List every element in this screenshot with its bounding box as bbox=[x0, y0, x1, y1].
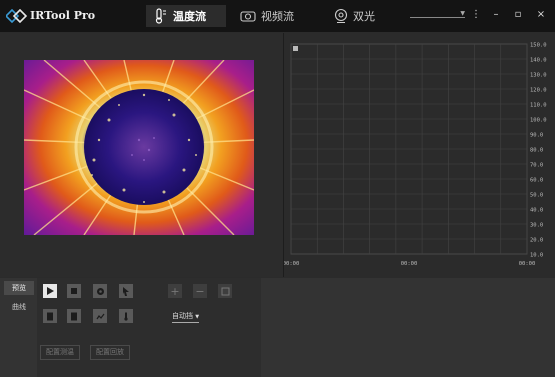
legend-marker bbox=[293, 46, 298, 51]
minus-icon: − bbox=[195, 284, 205, 298]
zoom-out-button[interactable]: − bbox=[193, 284, 207, 298]
y-tick-label: 120.0 bbox=[530, 88, 547, 94]
y-tick-label: 80.0 bbox=[530, 148, 543, 154]
close-button[interactable]: × bbox=[535, 9, 547, 21]
y-tick-label: 140.0 bbox=[530, 58, 547, 64]
camera-icon bbox=[240, 9, 256, 23]
y-tick-label: 90.0 bbox=[530, 133, 543, 139]
zoom-in-button[interactable]: + bbox=[168, 284, 182, 298]
x-tick-label: 00:00 bbox=[519, 261, 536, 267]
maximize-button[interactable]: ▫ bbox=[512, 9, 524, 21]
y-tick-label: 40.0 bbox=[530, 208, 543, 214]
y-tick-label: 150.0 bbox=[530, 43, 547, 49]
info-panel bbox=[262, 278, 555, 377]
stop-button[interactable] bbox=[67, 284, 81, 298]
image-file-icon bbox=[47, 312, 53, 320]
video-file-icon bbox=[71, 312, 77, 320]
chart-button[interactable] bbox=[93, 309, 107, 323]
thermal-image[interactable] bbox=[24, 60, 254, 235]
config-measure-button[interactable]: 配置测温 bbox=[40, 345, 80, 360]
y-tick-label: 30.0 bbox=[530, 223, 543, 229]
app-title: IRTool Pro bbox=[30, 9, 96, 22]
play-button[interactable] bbox=[43, 284, 57, 298]
device-select[interactable]: ▼ bbox=[410, 10, 465, 18]
tab-dual-light[interactable]: 双光 bbox=[334, 5, 375, 27]
config-playback-button[interactable]: 配置回放 bbox=[90, 345, 130, 360]
y-tick-label: 20.0 bbox=[530, 238, 543, 244]
cursor-button[interactable] bbox=[119, 284, 133, 298]
x-tick-label: 00:00 bbox=[401, 261, 418, 267]
menu-button[interactable]: ⋮ bbox=[470, 9, 482, 21]
y-tick-label: 10.0 bbox=[530, 253, 543, 259]
thermometer-icon bbox=[124, 312, 128, 321]
title-bar: IRTool Pro 温度流 视频流 双光 ▼ ⋮ – ▫ × bbox=[0, 0, 555, 32]
side-tab-preview[interactable]: 预览 bbox=[4, 281, 34, 295]
temperature-button[interactable] bbox=[119, 309, 133, 323]
save-image-button[interactable] bbox=[43, 309, 57, 323]
gear-icon bbox=[96, 287, 104, 295]
stop-icon bbox=[71, 288, 77, 294]
tab-temperature-stream[interactable]: 温度流 bbox=[146, 5, 226, 27]
settings-button[interactable] bbox=[93, 284, 107, 298]
play-icon bbox=[47, 287, 54, 295]
plus-icon: + bbox=[170, 284, 180, 298]
tab-label: 双光 bbox=[353, 10, 375, 23]
fit-screen-icon bbox=[221, 287, 229, 295]
mode-select[interactable]: 自动挡 ▼ bbox=[172, 311, 200, 323]
webcam-icon bbox=[334, 8, 348, 24]
line-chart-icon bbox=[96, 313, 104, 319]
cursor-icon bbox=[123, 286, 129, 296]
y-tick-label: 60.0 bbox=[530, 178, 543, 184]
mode-label: 自动挡 bbox=[172, 312, 193, 320]
y-tick-label: 70.0 bbox=[530, 163, 543, 169]
fit-button[interactable] bbox=[218, 284, 232, 298]
thermometer-icon bbox=[154, 8, 168, 24]
chart-panel: 150.0 140.0 130.0 120.0 110.0 100.0 90.0 80.0 70… bbox=[283, 33, 555, 277]
y-tick-label: 100.0 bbox=[530, 118, 547, 124]
tab-video-stream[interactable]: 视频流 bbox=[240, 5, 294, 27]
y-tick-label: 50.0 bbox=[530, 193, 543, 199]
app-logo-icon bbox=[4, 8, 28, 27]
tab-label: 视频流 bbox=[261, 10, 294, 23]
minimize-button[interactable]: – bbox=[490, 9, 502, 21]
x-tick-label: 00:00 bbox=[284, 261, 299, 267]
y-tick-label: 110.0 bbox=[530, 103, 547, 109]
chevron-down-icon: ▼ bbox=[195, 314, 200, 320]
save-video-button[interactable] bbox=[67, 309, 81, 323]
chevron-down-icon: ▼ bbox=[460, 10, 465, 17]
temperature-chart: 150.0 140.0 130.0 120.0 110.0 100.0 90.0 80.0 70… bbox=[283, 43, 547, 268]
side-tab-curve[interactable]: 曲线 bbox=[4, 300, 34, 314]
tab-label: 温度流 bbox=[173, 10, 206, 23]
y-tick-label: 130.0 bbox=[530, 73, 547, 79]
